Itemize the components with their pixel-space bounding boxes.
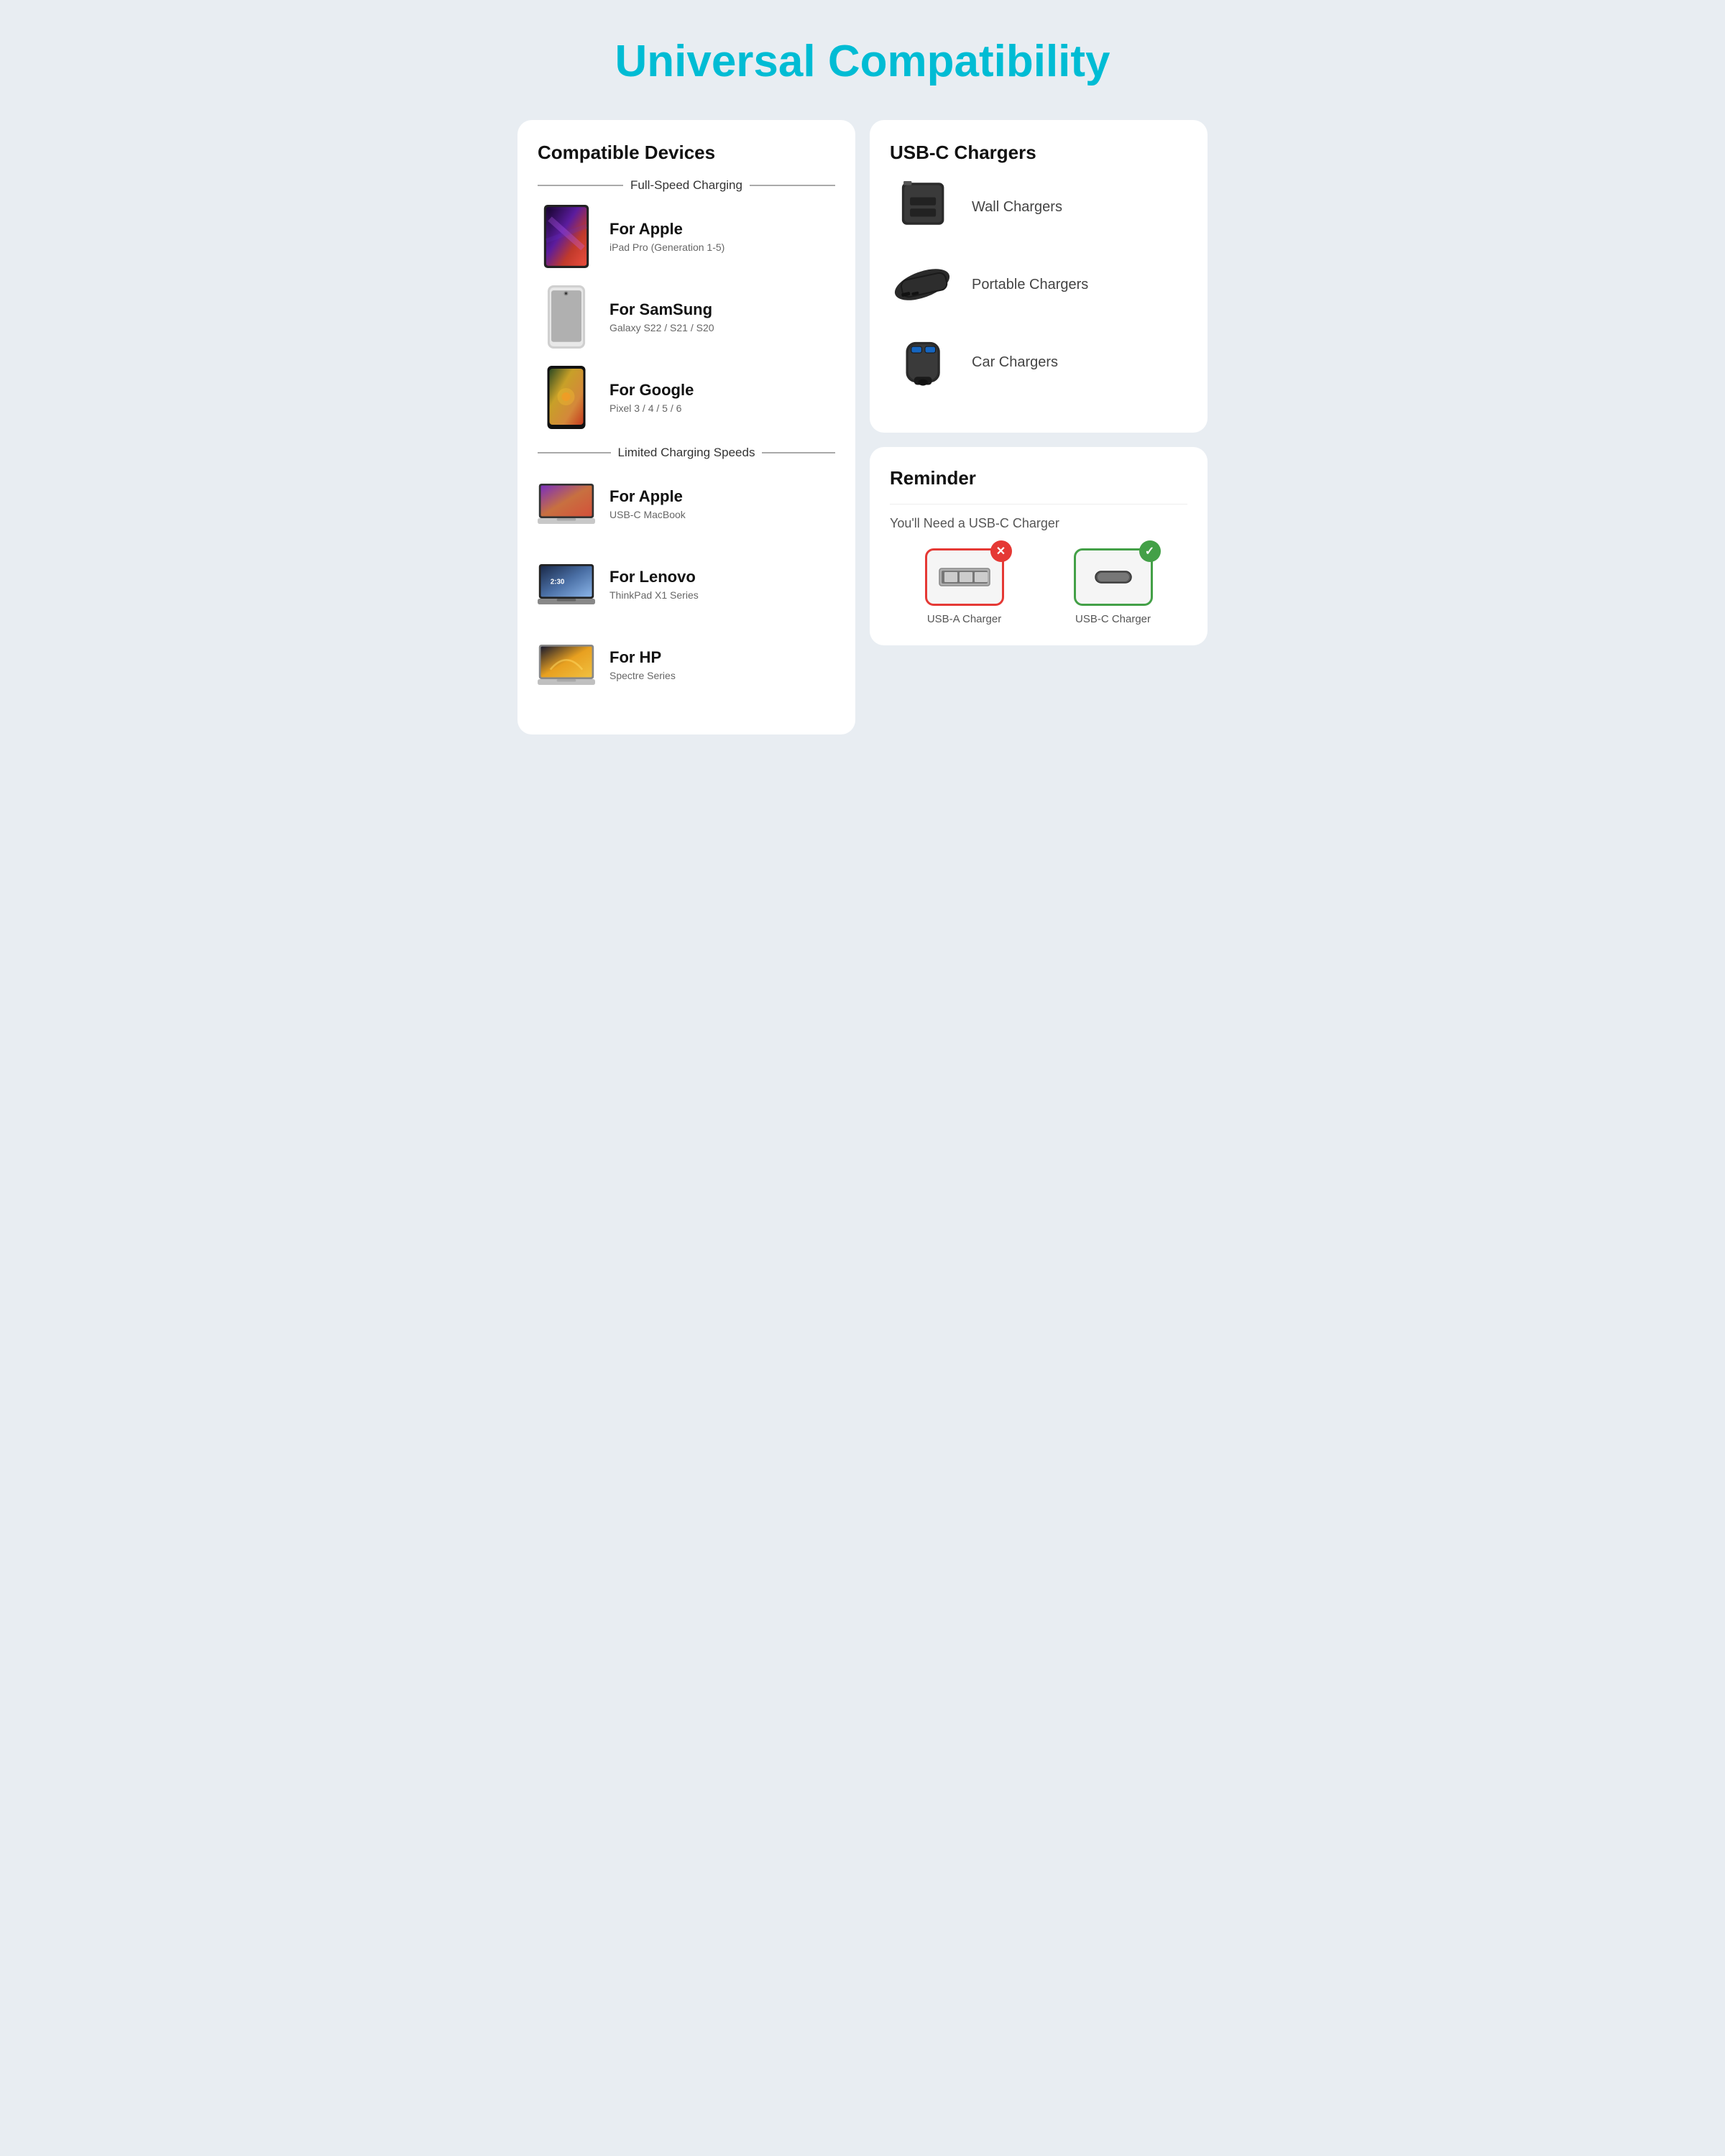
- page-wrapper: Universal Compatibility Compatible Devic…: [518, 22, 1208, 734]
- charger-item-portable: Portable Chargers: [890, 256, 1187, 313]
- car-charger-label: Car Chargers: [972, 354, 1058, 371]
- usba-label: USB-A Charger: [927, 613, 1001, 625]
- usbc-chargers-title: USB-C Chargers: [890, 142, 1187, 164]
- samsung-sub: Galaxy S22 / S21 / S20: [610, 322, 714, 333]
- samsung-image: [538, 285, 595, 349]
- usbc-compare-item: ✓ USB-C Charger: [1074, 548, 1153, 625]
- charger-item-wall: Wall Chargers: [890, 178, 1187, 236]
- full-speed-divider: Full-Speed Charging: [538, 178, 835, 193]
- usba-indicator: ✕: [925, 548, 1004, 606]
- usba-status-badge: ✕: [990, 540, 1012, 562]
- lenovo-info: For Lenovo ThinkPad X1 Series: [610, 568, 699, 601]
- hp-info: For HP Spectre Series: [610, 648, 676, 681]
- pixel-sub: Pixel 3 / 4 / 5 / 6: [610, 402, 694, 414]
- device-item-lenovo: 2:30 For Lenovo ThinkPad X1 Series: [538, 552, 835, 617]
- macbook-sub: USB-C MacBook: [610, 509, 686, 520]
- ipad-image: [538, 204, 595, 269]
- ipad-sub: iPad Pro (Generation 1-5): [610, 241, 724, 253]
- samsung-info: For SamSung Galaxy S22 / S21 / S20: [610, 300, 714, 333]
- reminder-subtitle: You'll Need a USB-C Charger: [890, 516, 1187, 531]
- reminder-divider: [890, 504, 1187, 505]
- ipad-info: For Apple iPad Pro (Generation 1-5): [610, 220, 724, 253]
- ipad-name: For Apple: [610, 220, 724, 239]
- samsung-name: For SamSung: [610, 300, 714, 319]
- pixel-image: [538, 365, 595, 430]
- right-column: USB-C Chargers: [870, 120, 1208, 645]
- reminder-card: Reminder You'll Need a USB-C Charger ✕: [870, 447, 1208, 645]
- macbook-name: For Apple: [610, 487, 686, 506]
- device-item-samsung: For SamSung Galaxy S22 / S21 / S20: [538, 285, 835, 349]
- pixel-info: For Google Pixel 3 / 4 / 5 / 6: [610, 381, 694, 414]
- page-title: Universal Compatibility: [518, 22, 1208, 94]
- portable-charger-image: [890, 256, 954, 313]
- hp-name: For HP: [610, 648, 676, 667]
- device-item-ipad: For Apple iPad Pro (Generation 1-5): [538, 204, 835, 269]
- main-grid: Compatible Devices Full-Speed Charging: [518, 120, 1208, 734]
- limited-speed-divider: Limited Charging Speeds: [538, 446, 835, 460]
- usbc-label: USB-C Charger: [1075, 613, 1151, 625]
- divider-line-left2: [538, 452, 611, 453]
- hp-image: [538, 632, 595, 697]
- usba-compare-item: ✕ USB-A Charger: [925, 548, 1004, 625]
- macbook-info: For Apple USB-C MacBook: [610, 487, 686, 520]
- divider-line-right: [750, 185, 835, 186]
- charger-item-car: Car Chargers: [890, 333, 1187, 391]
- limited-speed-label: Limited Charging Speeds: [618, 446, 755, 460]
- device-item-pixel: For Google Pixel 3 / 4 / 5 / 6: [538, 365, 835, 430]
- full-speed-label: Full-Speed Charging: [630, 178, 742, 193]
- divider-line-right2: [762, 452, 835, 453]
- usbc-chargers-card: USB-C Chargers: [870, 120, 1208, 433]
- pixel-name: For Google: [610, 381, 694, 400]
- wall-charger-image: [890, 178, 954, 236]
- car-charger-image: [890, 333, 954, 391]
- macbook-image: [538, 471, 595, 536]
- device-item-macbook: For Apple USB-C MacBook: [538, 471, 835, 536]
- svg-text:2:30: 2:30: [551, 579, 565, 586]
- usbc-indicator: ✓: [1074, 548, 1153, 606]
- usbc-status-badge: ✓: [1139, 540, 1161, 562]
- reminder-title: Reminder: [890, 467, 1187, 489]
- hp-sub: Spectre Series: [610, 670, 676, 681]
- portable-charger-label: Portable Chargers: [972, 277, 1088, 293]
- device-item-hp: For HP Spectre Series: [538, 632, 835, 697]
- lenovo-sub: ThinkPad X1 Series: [610, 589, 699, 601]
- wall-charger-label: Wall Chargers: [972, 199, 1062, 216]
- lenovo-image: 2:30: [538, 552, 595, 617]
- charger-compare: ✕ USB-A Charger: [890, 548, 1187, 625]
- compatible-devices-title: Compatible Devices: [538, 142, 835, 164]
- divider-line-left: [538, 185, 623, 186]
- compatible-devices-card: Compatible Devices Full-Speed Charging: [518, 120, 855, 734]
- lenovo-name: For Lenovo: [610, 568, 699, 586]
